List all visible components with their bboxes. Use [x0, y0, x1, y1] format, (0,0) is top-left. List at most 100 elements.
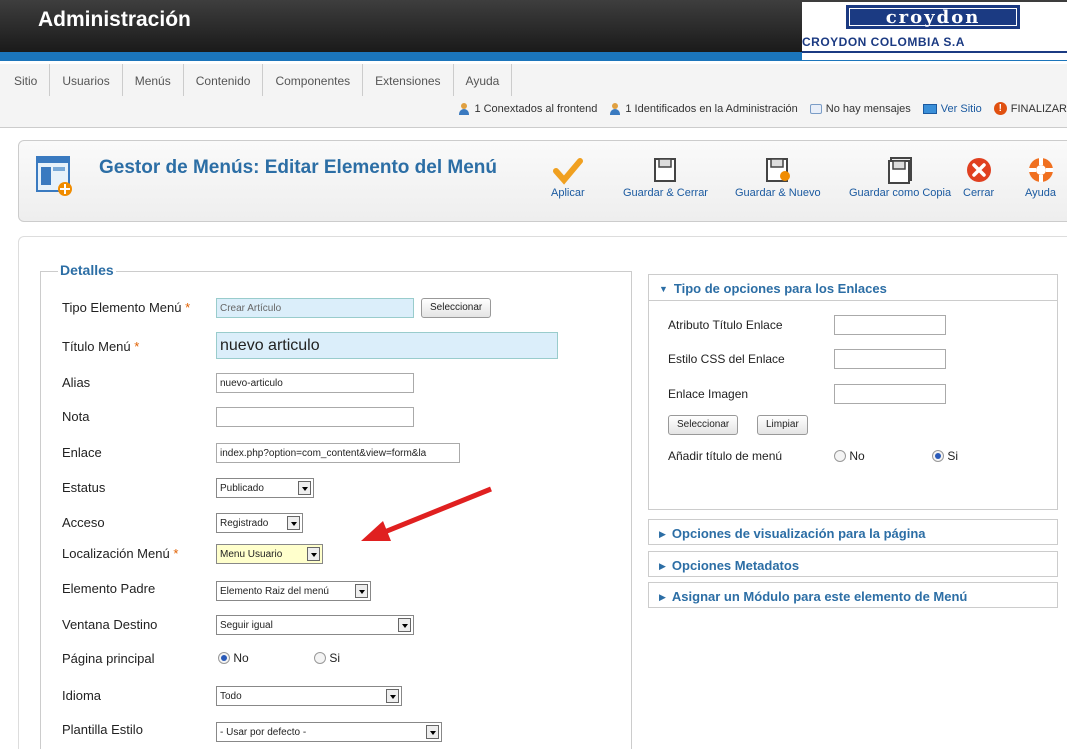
menu-location-select[interactable]: Menu Usuario [216, 544, 323, 564]
radio-selected-icon [932, 450, 944, 462]
status-bar: 1 Conextados al frontend 1 Identificados… [458, 102, 1067, 115]
image-select-button[interactable]: Seleccionar [668, 415, 739, 435]
chevron-down-icon [307, 547, 320, 561]
tipo-label: Tipo Elemento Menú * [62, 300, 191, 315]
add-title-no-radio[interactable]: No [834, 449, 865, 463]
chevron-down-icon [398, 618, 411, 632]
menu-contenido[interactable]: Contenido [184, 64, 264, 96]
principal-label: Página principal [62, 651, 155, 666]
view-site-link[interactable]: Ver Sitio [941, 103, 982, 115]
page-title: Gestor de Menús: Editar Elemento del Men… [99, 157, 498, 178]
access-select[interactable]: Registrado [216, 513, 303, 533]
module-assignment-panel[interactable]: ▶ Asignar un Módulo para este elemento de… [648, 582, 1058, 608]
home-no-radio[interactable]: No [218, 651, 249, 665]
menu-manager-icon [36, 156, 72, 196]
save-close-label: Guardar & Cerrar [623, 187, 708, 199]
menu-sitio[interactable]: Sitio [8, 64, 51, 96]
radio-empty-icon [834, 450, 846, 462]
radio-empty-icon [314, 652, 326, 664]
logout-link[interactable]: FINALIZAR [1011, 103, 1067, 115]
apply-label: Aplicar [551, 187, 585, 199]
image-field[interactable] [834, 384, 946, 404]
red-arrow-annotation [361, 486, 492, 541]
parent-item-select[interactable]: Elemento Raiz del menú [216, 581, 371, 601]
chevron-down-icon [298, 481, 311, 495]
attr-title-label: Atributo Título Enlace [668, 318, 783, 332]
messages-status[interactable]: No hay mensajes [826, 103, 911, 115]
save-copy-icon [888, 157, 913, 184]
admin-count: 1 Identificados en la Administración [625, 102, 798, 115]
user-icon [609, 102, 621, 115]
enlace-label: Enlace [62, 445, 102, 460]
menu-componentes[interactable]: Componentes [263, 64, 364, 96]
nota-label: Nota [62, 409, 90, 424]
chevron-down-icon [426, 725, 439, 739]
css-style-label: Estilo CSS del Enlace [668, 352, 785, 366]
page-display-panel[interactable]: ▶ Opciones de visualización para la págin… [648, 519, 1058, 545]
language-select[interactable]: Todo [216, 686, 402, 706]
apply-button[interactable]: Aplicar [551, 153, 585, 199]
image-label: Enlace Imagen [668, 387, 749, 401]
close-button[interactable]: Cerrar [963, 153, 994, 199]
css-style-field[interactable] [834, 349, 946, 369]
save-close-button[interactable]: Guardar & Cerrar [623, 153, 708, 199]
save-new-button[interactable]: Guardar & Nuevo [735, 153, 821, 199]
page-display-title: Opciones de visualización para la página [671, 526, 926, 541]
link-options-header[interactable]: ▼ Tipo de opciones para los Enlaces [649, 275, 1057, 301]
ventana-label: Ventana Destino [62, 617, 158, 632]
image-clear-button[interactable]: Limpiar [757, 415, 808, 435]
screen-icon [922, 103, 937, 114]
logo-subtitle: CROYDON COLOMBIA S.A [802, 35, 1067, 53]
menu-ayuda[interactable]: Ayuda [454, 64, 513, 96]
alias-label: Alias [62, 375, 91, 390]
idioma-label: Idioma [62, 688, 102, 703]
chevron-down-icon [386, 689, 399, 703]
module-assignment-title: Asignar un Módulo para este elemento de … [671, 589, 968, 604]
menu-title-field[interactable]: nuevo articulo [216, 332, 558, 359]
plantilla-label: Plantilla Estilo [62, 722, 143, 737]
acceso-label: Acceso [62, 515, 105, 530]
close-label: Cerrar [963, 187, 995, 199]
padre-label: Elemento Padre [62, 581, 156, 596]
select-type-button[interactable]: Seleccionar [421, 298, 492, 318]
logout-icon: ! [993, 102, 1007, 115]
save-copy-label: Guardar como Copia [849, 187, 952, 199]
menu-type-field[interactable]: Crear Artículo [216, 298, 414, 318]
close-icon [966, 158, 991, 182]
status-select[interactable]: Publicado [216, 478, 314, 498]
add-title-label: Añadir título de menú [668, 449, 783, 463]
alias-field[interactable]: nuevo-articulo [216, 373, 414, 393]
titulo-label: Título Menú * [62, 339, 140, 354]
menu-bar: Sitio Usuarios Menús Contenido Component… [0, 64, 1067, 128]
details-legend: Detalles [58, 262, 116, 278]
menu-extensiones[interactable]: Extensiones [363, 64, 454, 96]
attr-title-field[interactable] [834, 315, 946, 335]
triangle-right-icon: ▶ [659, 592, 666, 602]
triangle-right-icon: ▶ [659, 561, 666, 571]
radio-selected-icon [218, 652, 230, 664]
triangle-right-icon: ▶ [659, 529, 666, 539]
estatus-label: Estatus [62, 480, 106, 495]
frontend-count: 1 Conextados al frontend [474, 102, 598, 115]
check-icon [552, 158, 583, 185]
metadata-panel[interactable]: ▶ Opciones Metadatos [648, 551, 1058, 577]
help-icon [1028, 158, 1053, 182]
home-si-radio[interactable]: Si [314, 651, 340, 665]
company-logo: croydon CROYDON COLOMBIA S.A [802, 2, 1067, 60]
link-field[interactable]: index.php?option=com_content&view=form&l… [216, 443, 460, 463]
metadata-title: Opciones Metadatos [671, 558, 800, 573]
template-select[interactable]: - Usar por defecto - [216, 722, 442, 742]
save-new-icon [765, 158, 790, 182]
localizacion-label: Localización Menú * [62, 546, 179, 561]
header-title: Administración [38, 8, 191, 31]
menu-menus[interactable]: Menús [123, 64, 184, 96]
menu-usuarios[interactable]: Usuarios [50, 64, 123, 96]
help-button[interactable]: Ayuda [1025, 153, 1056, 199]
user-icon [458, 102, 470, 115]
save-copy-button[interactable]: Guardar como Copia [849, 153, 951, 199]
help-label: Ayuda [1025, 187, 1056, 199]
save-icon [654, 158, 677, 182]
note-field[interactable] [216, 407, 414, 427]
add-title-si-radio[interactable]: Si [932, 449, 958, 463]
target-window-select[interactable]: Seguir igual [216, 615, 414, 635]
